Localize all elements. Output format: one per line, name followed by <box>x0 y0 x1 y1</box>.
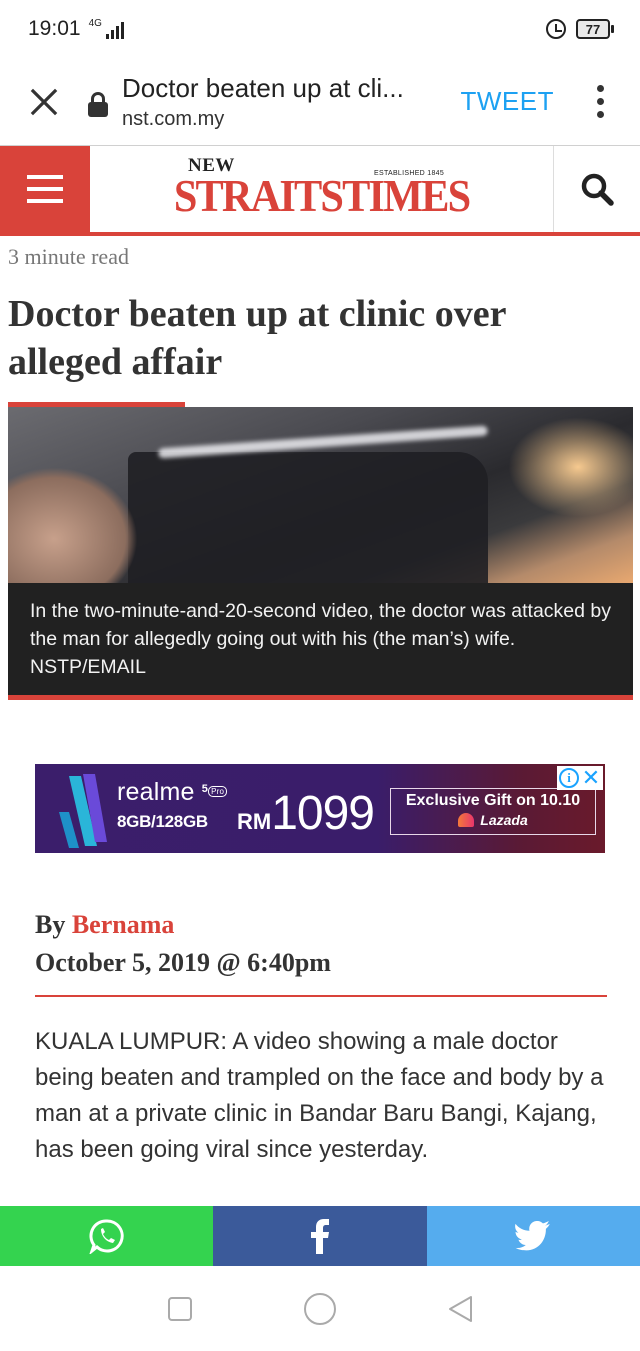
byline: By Bernama <box>35 910 175 939</box>
read-time: 3 minute read <box>8 244 129 269</box>
more-options-icon[interactable] <box>580 82 620 122</box>
status-bar: 19:01 4G 77 <box>0 0 640 58</box>
custom-tab-toolbar: Doctor beaten up at cli... nst.com.my TW… <box>0 58 640 146</box>
url-domain: nst.com.my <box>122 107 225 130</box>
share-whatsapp-button[interactable] <box>0 1206 214 1266</box>
signal-icon: 4G <box>89 19 124 39</box>
facebook-icon <box>310 1219 329 1254</box>
clock: 19:01 <box>28 17 81 40</box>
ad-promo: Exclusive Gift on 10.10 <box>405 792 581 809</box>
phone-graphic-icon <box>59 774 107 848</box>
logo-wordmark: STRAITSTIMES <box>173 169 471 221</box>
home-icon <box>304 1292 336 1325</box>
share-facebook-button[interactable] <box>213 1206 427 1266</box>
status-right: 77 <box>546 19 614 39</box>
lock-icon <box>88 91 108 118</box>
hero-image[interactable] <box>8 407 633 583</box>
url-area[interactable]: Doctor beaten up at cli... nst.com.my <box>122 73 461 131</box>
hamburger-menu-icon[interactable] <box>0 146 90 232</box>
close-icon <box>30 88 58 115</box>
home-button[interactable] <box>290 1279 350 1339</box>
alarm-icon <box>546 19 566 39</box>
share-twitter-button[interactable] <box>426 1206 640 1266</box>
author-link[interactable]: Bernama <box>72 910 175 939</box>
network-type: 4G <box>88 18 102 29</box>
close-ad-icon[interactable]: ✕ <box>581 767 601 789</box>
back-button[interactable] <box>430 1279 490 1339</box>
publish-date: October 5, 2019 @ 6:40pm <box>35 948 331 977</box>
search-button[interactable] <box>554 146 640 232</box>
recents-icon <box>168 1296 192 1321</box>
accent-line <box>8 695 633 700</box>
advertisement-banner[interactable]: realme 5 Pro 8GB/128GB RM1099 Exclusive G… <box>35 764 605 853</box>
ad-retailer: Lazada <box>391 812 595 828</box>
lazada-heart-icon <box>458 813 475 827</box>
battery-level: 77 <box>576 19 610 39</box>
ad-choices[interactable]: i ✕ <box>557 766 603 790</box>
image-caption: In the two-minute-and-20-second video, t… <box>8 583 633 695</box>
tweet-button[interactable]: TWEET <box>461 86 555 117</box>
site-header: NEW ESTABLISHED 1845 STRAITSTIMES <box>0 146 640 236</box>
battery-icon: 77 <box>576 19 614 39</box>
ad-storage: 8GB/128GB <box>117 812 208 831</box>
back-icon <box>449 1295 472 1322</box>
ad-promo-box: Exclusive Gift on 10.10 Lazada <box>390 788 596 835</box>
whatsapp-icon <box>89 1219 124 1254</box>
ad-brand: realme 5 Pro <box>117 778 228 807</box>
search-icon <box>581 173 614 206</box>
ad-price: RM1099 <box>237 787 375 840</box>
tab-page-title: Doctor beaten up at cli... <box>122 72 404 103</box>
article-headline: Doctor beaten up at clinic over alleged … <box>8 293 506 383</box>
status-left: 19:01 4G <box>28 17 124 41</box>
recents-button[interactable] <box>150 1279 210 1339</box>
twitter-icon <box>515 1221 551 1251</box>
hero-figure: In the two-minute-and-20-second video, t… <box>8 402 633 700</box>
share-bar <box>0 1206 640 1266</box>
article-paragraph: KUALA LUMPUR: A video showing a male doc… <box>35 1028 604 1163</box>
close-button[interactable] <box>0 58 88 146</box>
site-logo[interactable]: NEW ESTABLISHED 1845 STRAITSTIMES <box>90 146 554 232</box>
system-nav-bar <box>0 1266 640 1351</box>
info-icon[interactable]: i <box>559 768 579 788</box>
divider <box>35 995 607 997</box>
